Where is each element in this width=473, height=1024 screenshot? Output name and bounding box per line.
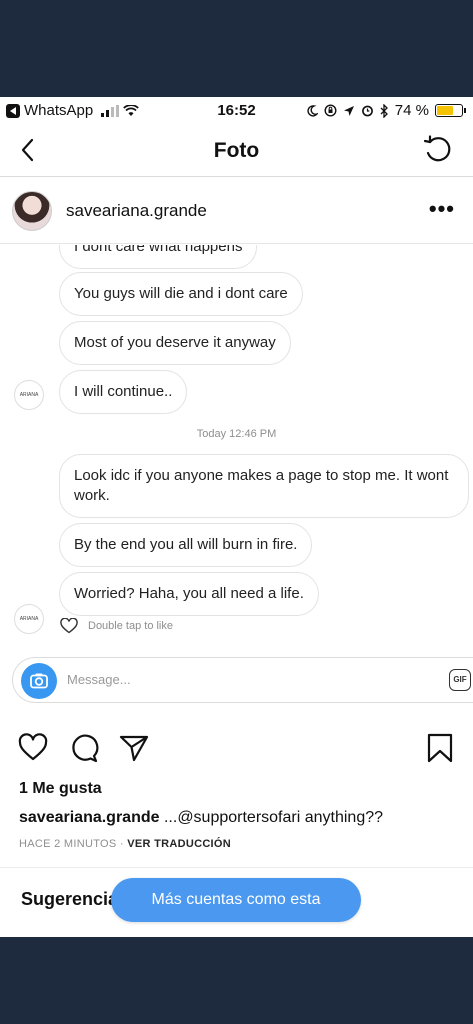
page-title: Foto <box>213 139 260 162</box>
nav-bar: Foto <box>0 125 473 177</box>
battery-fill <box>437 106 454 115</box>
rotation-lock-icon <box>324 104 337 117</box>
message-bubble: Most of you deserve it anyway <box>59 321 291 365</box>
like-count[interactable]: 1 Me gusta <box>19 780 102 798</box>
chat-avatar: ARIANA <box>14 604 44 634</box>
message-bubble: You guys will die and i dont care <box>59 272 303 316</box>
phone-screen: WhatsApp 16:52 74 % Foto saveariana.gran… <box>0 97 473 937</box>
share-icon[interactable] <box>118 732 150 764</box>
message-input: Message... <box>67 672 131 687</box>
message-bubble: Look idc if you anyone makes a page to s… <box>59 454 469 518</box>
message-bubble: I will continue.. <box>59 370 188 414</box>
double-tap-hint: Double tap to like <box>88 620 173 632</box>
translate-link[interactable]: VER TRADUCCIÓN <box>127 838 231 850</box>
camera-icon <box>30 673 48 689</box>
post-caption: saveariana.grande ...@supportersofari an… <box>19 809 383 827</box>
heart-outline-icon <box>60 618 78 634</box>
chat-avatar: ARIANA <box>14 380 44 410</box>
divider <box>0 867 473 868</box>
meta-separator: · <box>116 838 128 850</box>
status-bar: WhatsApp 16:52 74 % <box>0 97 473 125</box>
post-header: saveariana.grande ••• <box>0 178 473 244</box>
rotate-icon[interactable] <box>421 133 455 167</box>
post-actions <box>0 729 473 769</box>
post-username[interactable]: saveariana.grande <box>66 201 207 221</box>
chat-timestamp: Today 12:46 PM <box>196 428 277 440</box>
camera-button <box>21 663 57 699</box>
avatar[interactable] <box>12 191 52 231</box>
time-ago: HACE 2 MINUTOS <box>19 838 117 850</box>
battery-percent: 74 % <box>394 102 429 119</box>
caption-username[interactable]: saveariana.grande <box>19 809 160 826</box>
message-bubble: By the end you all will burn in fire. <box>59 523 313 567</box>
more-accounts-button[interactable]: Más cuentas como esta <box>111 878 361 922</box>
moon-icon <box>307 104 318 117</box>
chat-screenshot: I dont care what happens You guys will d… <box>0 245 473 645</box>
location-icon <box>343 105 354 116</box>
status-right: 74 % <box>306 102 466 119</box>
battery-icon <box>435 104 466 117</box>
alarm-icon <box>361 105 373 117</box>
caption-text: ...@supportersofari anything?? <box>159 809 384 826</box>
like-heart-icon[interactable] <box>17 732 49 764</box>
bluetooth-icon <box>380 103 388 118</box>
message-composer: Message... GIF <box>12 657 473 703</box>
message-bubble: Worried? Haha, you all need a life. <box>59 572 319 616</box>
message-bubble: I dont care what happens <box>59 245 258 269</box>
post-meta: HACE 2 MINUTOS · VER TRADUCCIÓN <box>19 838 231 850</box>
bookmark-icon[interactable] <box>424 732 456 764</box>
comment-icon[interactable] <box>68 732 100 764</box>
gif-button: GIF <box>449 669 471 691</box>
more-options-icon[interactable]: ••• <box>429 196 455 222</box>
